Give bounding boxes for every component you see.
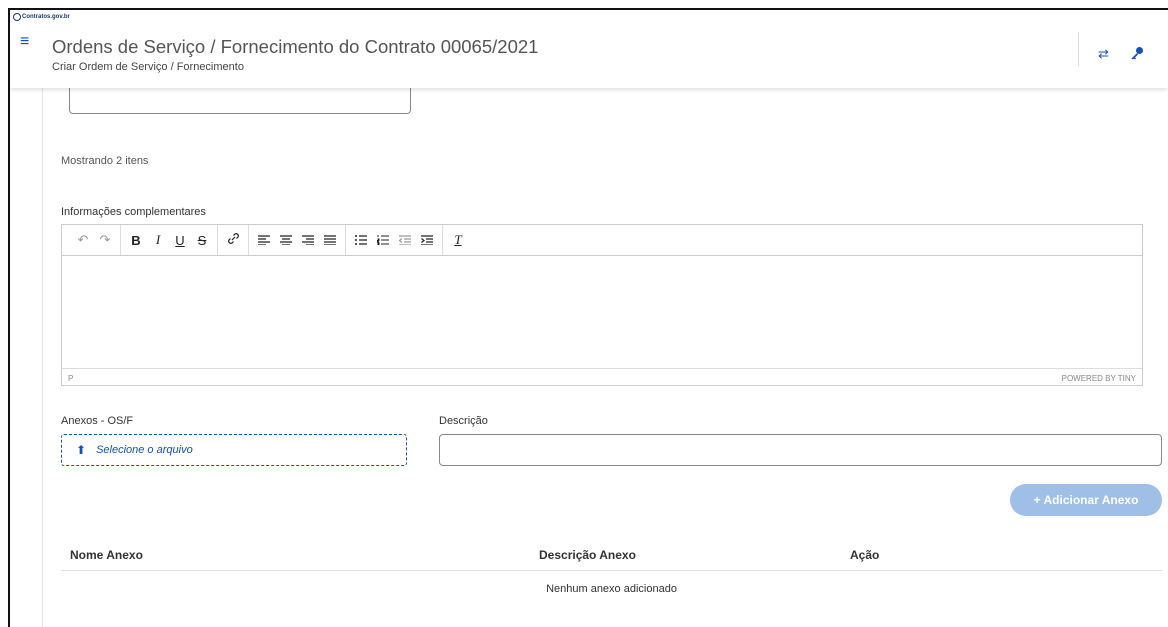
toolbar-group-link — [218, 225, 249, 255]
bullet-list-icon[interactable] — [350, 233, 372, 248]
undo-icon[interactable]: ↶ — [72, 232, 94, 248]
rich-text-editor: ↶ ↷ B I U S T P POWERED BY TINY — [61, 224, 1143, 386]
select-file-button[interactable]: ⬆ Selecione o arquivo — [61, 434, 407, 466]
key-icon[interactable] — [1130, 46, 1144, 63]
clear-formatting-icon[interactable]: T — [447, 232, 469, 248]
align-justify-icon[interactable] — [319, 233, 341, 248]
toolbar-group-align — [249, 225, 346, 255]
link-icon[interactable] — [222, 232, 244, 248]
attachments-table: Nome Anexo Descrição Anexo Ação Nenhum a… — [61, 540, 1162, 595]
editor-path: P — [68, 373, 74, 383]
align-center-icon[interactable] — [275, 233, 297, 248]
logo: Contratos.gov.br — [13, 13, 70, 21]
select-file-label: Selecione o arquivo — [96, 444, 193, 456]
editor-statusbar: P POWERED BY TINY — [62, 368, 1142, 387]
app-frame: Contratos.gov.br ≡ Ordens de Serviço / F… — [8, 8, 1168, 627]
strikethrough-icon[interactable]: S — [191, 233, 213, 248]
italic-icon[interactable]: I — [147, 232, 169, 248]
list-count-text: Mostrando 2 itens — [61, 155, 149, 167]
underline-icon[interactable]: U — [169, 233, 191, 248]
redo-icon[interactable]: ↷ — [94, 232, 116, 248]
editor-toolbar: ↶ ↷ B I U S T — [62, 225, 1142, 256]
column-header: Descrição Anexo — [539, 548, 636, 562]
editor-content-area[interactable] — [62, 256, 1142, 368]
logo-mark — [13, 13, 21, 21]
logo-text: Contratos.gov.br — [22, 14, 70, 20]
header-divider — [1078, 32, 1079, 66]
filter-input[interactable] — [69, 88, 411, 114]
empty-table-message: Nenhum anexo adicionado — [546, 583, 677, 595]
add-attachment-button[interactable]: + Adicionar Anexo — [1010, 484, 1162, 516]
outdent-icon[interactable] — [394, 233, 416, 248]
column-header: Ação — [850, 548, 880, 562]
attachments-label: Anexos - OS/F — [61, 415, 134, 427]
align-right-icon[interactable] — [297, 233, 319, 248]
table-header: Nome Anexo Descrição Anexo Ação — [61, 540, 1162, 571]
indent-icon[interactable] — [416, 233, 438, 248]
powered-by-label[interactable]: POWERED BY TINY — [1062, 374, 1136, 383]
toolbar-group-format: B I U S — [121, 225, 218, 255]
hamburger-icon[interactable]: ≡ — [20, 34, 29, 50]
page-subtitle: Criar Ordem de Serviço / Fornecimento — [52, 61, 244, 73]
upload-icon: ⬆ — [76, 443, 87, 457]
page-title: Ordens de Serviço / Fornecimento do Cont… — [52, 36, 539, 57]
bold-icon[interactable]: B — [125, 233, 147, 248]
align-left-icon[interactable] — [253, 233, 275, 248]
toolbar-group-clear: T — [443, 225, 473, 255]
page-header: Contratos.gov.br ≡ Ordens de Serviço / F… — [10, 10, 1168, 88]
description-input[interactable] — [439, 434, 1162, 466]
description-label: Descrição — [439, 415, 488, 427]
column-header: Nome Anexo — [70, 548, 143, 562]
toolbar-group-lists — [346, 225, 443, 255]
info-label: Informações complementares — [61, 206, 206, 218]
toolbar-group-history: ↶ ↷ — [68, 225, 121, 255]
numbered-list-icon[interactable] — [372, 233, 394, 248]
swap-icon[interactable]: ⇄ — [1098, 46, 1109, 62]
main-content: Mostrando 2 itens Informações complement… — [42, 10, 1168, 627]
